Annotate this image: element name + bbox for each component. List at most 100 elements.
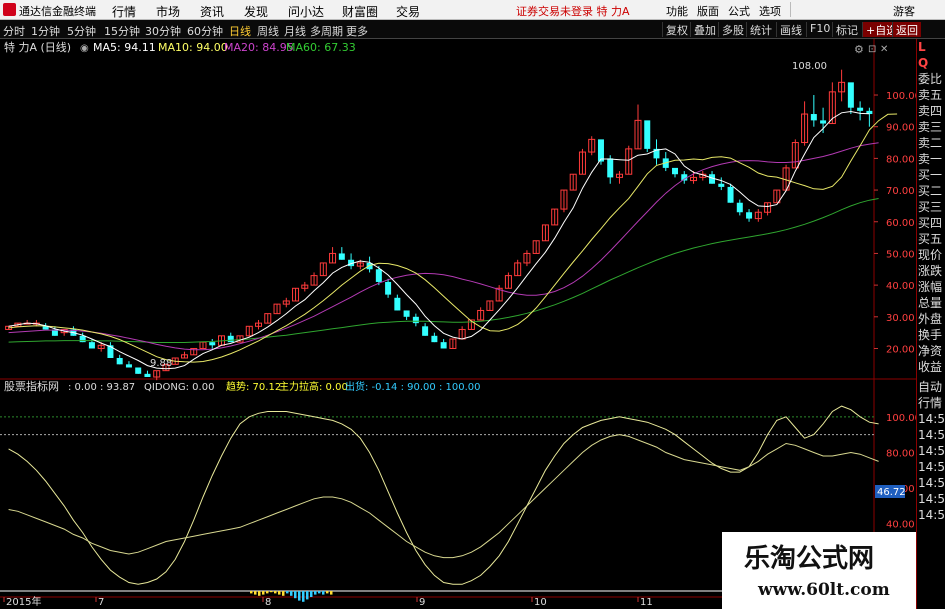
candle-body xyxy=(597,139,604,162)
label-price: 现价 xyxy=(918,248,943,262)
guest-button[interactable]: 游客 xyxy=(893,3,915,19)
period-fenshi[interactable]: 分时 xyxy=(3,23,25,39)
app-logo-icon xyxy=(3,3,16,16)
candle-body xyxy=(718,183,725,187)
draw-line-button[interactable]: 画线 xyxy=(776,22,805,37)
chart-area[interactable]: 100.00 90.00 80.00 70.00 60.00 50.00 40.00 30.0… xyxy=(0,39,916,609)
ma-toggle-icon[interactable]: ◉ xyxy=(80,43,89,54)
multi-stock-button[interactable]: 多股 xyxy=(718,22,747,37)
histogram-bar xyxy=(290,591,293,596)
label-weibi: 委比 xyxy=(918,72,943,86)
candle-body xyxy=(403,310,410,317)
label-quote[interactable]: 行情 xyxy=(917,395,945,411)
candle-body xyxy=(440,342,447,349)
menu-hangqing[interactable]: 行情 xyxy=(112,3,136,20)
ma5-line xyxy=(8,110,870,370)
price-tick-label: 60.00 xyxy=(886,218,915,229)
ma60-label: MA60: 67.33 xyxy=(286,41,356,54)
login-notice: 证券交易未登录 特 力A xyxy=(516,5,630,18)
tick-time: 14:50 xyxy=(918,492,945,506)
grid-lines xyxy=(0,416,874,436)
current-value-label: 46.72 xyxy=(877,487,906,498)
period-more[interactable]: 更多 xyxy=(346,23,368,39)
candle-body xyxy=(746,212,753,219)
label-buy2: 买二 xyxy=(918,184,943,198)
function-button[interactable]: 功能 xyxy=(666,3,688,19)
candle-body xyxy=(394,297,401,311)
indicator-tick-label: 40.00 xyxy=(886,520,915,531)
tick-time: 14:50 xyxy=(918,444,945,458)
price-tick-label: 100.00 xyxy=(886,91,916,102)
candle-body xyxy=(375,269,382,282)
time-tick-label: 10 xyxy=(534,597,547,608)
label-buy1: 买一 xyxy=(918,168,943,182)
panel-top-l[interactable]: L xyxy=(917,39,945,55)
close-icon[interactable]: ✕ xyxy=(880,44,888,55)
tick-time: 14:50 xyxy=(918,476,945,490)
histogram-bar xyxy=(318,591,321,594)
candle-body xyxy=(79,335,86,343)
period-weekly[interactable]: 周线 xyxy=(257,23,279,39)
histogram-bar xyxy=(282,591,285,596)
label-volume: 总量 xyxy=(918,296,943,310)
menu-zixun[interactable]: 资讯 xyxy=(200,3,224,20)
fuquan-button[interactable]: 复权 xyxy=(662,22,691,37)
expand-icon[interactable]: ⊡ xyxy=(868,44,876,55)
layout-button[interactable]: 版面 xyxy=(697,3,719,19)
candlestick-series xyxy=(5,69,873,381)
label-auto[interactable]: 自动 xyxy=(917,379,945,395)
tick-time: 14:50 xyxy=(918,412,945,426)
stats-button[interactable]: 统计 xyxy=(746,22,775,37)
panel-top-q[interactable]: Q xyxy=(917,55,945,71)
candle-body xyxy=(385,281,392,295)
watermark-url: www.60lt.com xyxy=(758,580,890,600)
ma5-label: MA5: 94.11 xyxy=(93,41,156,54)
time-tick-label: 11 xyxy=(640,597,653,608)
candle-body xyxy=(135,367,142,374)
label-buy4: 买四 xyxy=(918,216,943,230)
period-daily[interactable]: 日线 xyxy=(229,23,251,39)
candle-body xyxy=(431,335,438,343)
label-change-pct: 涨幅 xyxy=(918,280,943,294)
tick-time: 14:50 xyxy=(918,428,945,442)
label-net-asset: 净资 xyxy=(918,344,943,358)
zhuli-value: 主力拉高: 0.00 xyxy=(279,380,348,393)
formula-button[interactable]: 公式 xyxy=(728,3,750,19)
label-outer: 外盘 xyxy=(918,312,943,326)
moving-average-lines xyxy=(8,110,898,370)
f10-button[interactable]: F10 xyxy=(806,22,833,37)
period-1min[interactable]: 1分钟 xyxy=(31,23,60,39)
options-button[interactable]: 选项 xyxy=(759,3,781,19)
histogram-bar xyxy=(298,591,301,601)
period-5min[interactable]: 5分钟 xyxy=(67,23,96,39)
period-15min[interactable]: 15分钟 xyxy=(104,23,140,39)
mark-button[interactable]: 标记 xyxy=(832,22,861,37)
candle-body xyxy=(209,342,216,346)
histogram-bar xyxy=(258,591,261,596)
period-60min[interactable]: 60分钟 xyxy=(187,23,223,39)
menu-wenxiaoda[interactable]: 问小达 xyxy=(288,3,324,20)
candle-body xyxy=(125,364,132,368)
app-name: 通达信金融终端 xyxy=(19,5,96,18)
menu-faxian[interactable]: 发现 xyxy=(244,3,268,20)
menu-shichang[interactable]: 市场 xyxy=(156,3,180,20)
label-sell1: 卖一 xyxy=(918,152,943,166)
label-buy3: 买三 xyxy=(918,200,943,214)
label-sell4: 卖四 xyxy=(918,104,943,118)
candle-body xyxy=(857,107,864,111)
candle-body xyxy=(847,82,854,108)
histogram-bar xyxy=(326,591,329,594)
candle-body xyxy=(810,114,817,121)
period-multi[interactable]: 多周期 xyxy=(310,23,343,39)
watermark-title: 乐淘公式网 xyxy=(744,544,875,574)
period-30min[interactable]: 30分钟 xyxy=(145,23,181,39)
menu-caifuquan[interactable]: 财富圈 xyxy=(342,3,378,20)
settings-icon[interactable]: ⚙ xyxy=(854,43,864,56)
period-monthly[interactable]: 月线 xyxy=(284,23,306,39)
candle-body xyxy=(644,120,651,149)
menu-jiaoyi[interactable]: 交易 xyxy=(396,3,420,20)
histogram-bar xyxy=(274,591,277,594)
back-button[interactable]: 返回 xyxy=(892,22,921,37)
histogram-bar xyxy=(302,591,305,602)
overlay-button[interactable]: 叠加 xyxy=(690,22,719,37)
